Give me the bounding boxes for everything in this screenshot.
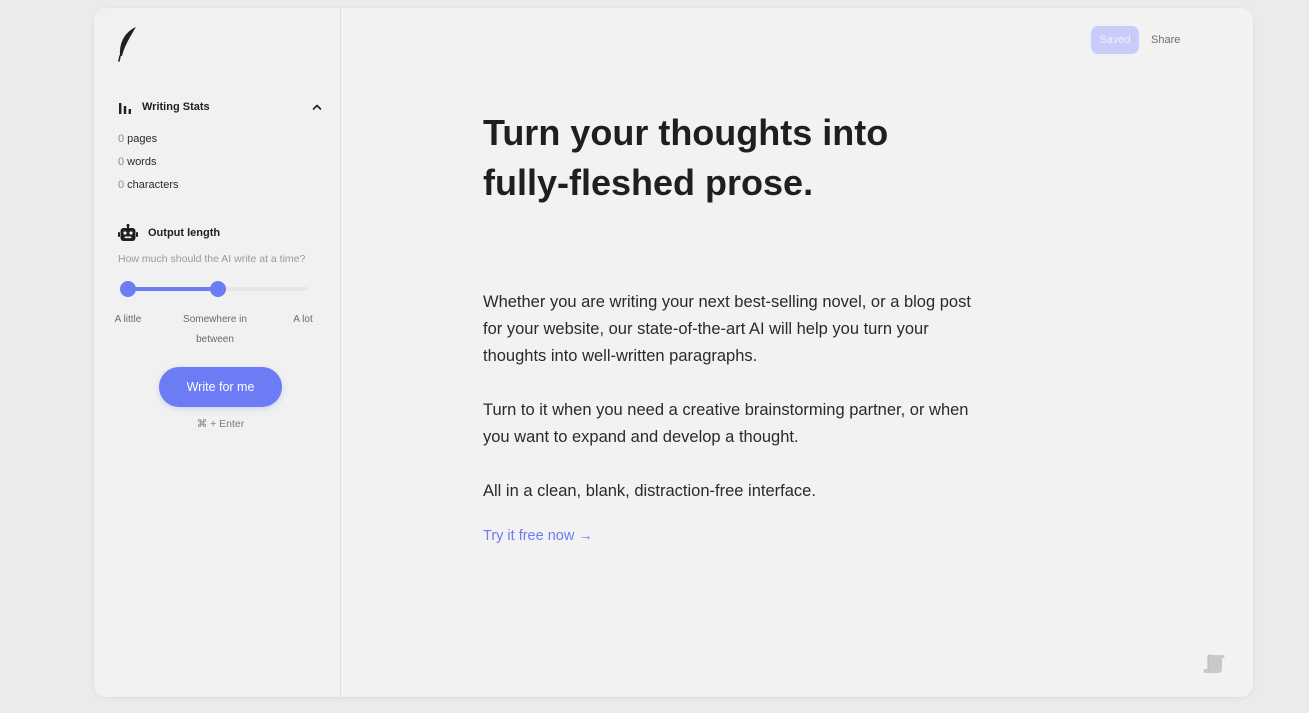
slider-min-thumb[interactable] xyxy=(120,281,136,297)
intro-paragraph: Whether you are writing your next best-s… xyxy=(483,293,971,365)
output-length-header: Output length xyxy=(118,224,220,242)
write-for-me-button[interactable]: Write for me xyxy=(159,367,282,407)
share-button[interactable]: Share xyxy=(1151,26,1180,54)
stat-characters-value: 0 xyxy=(118,179,125,191)
stat-words-label: words xyxy=(127,156,157,168)
stat-pages-label: pages xyxy=(127,133,158,145)
stat-pages-value: 0 xyxy=(118,133,125,145)
brainstorm-paragraph: Turn to it when you need a creative brai… xyxy=(483,401,969,446)
chevron-up-icon[interactable] xyxy=(312,102,322,112)
feather-logo-icon xyxy=(118,27,136,62)
saved-status-badge: Saved xyxy=(1091,26,1139,54)
stat-pages: 0 pages xyxy=(118,133,157,145)
interface-paragraph: All in a clean, blank, distraction-free … xyxy=(483,482,816,500)
stat-characters-label: characters xyxy=(127,179,179,191)
arrow-right-icon: → xyxy=(578,528,593,544)
try-free-label: Try it free now xyxy=(483,528,575,544)
try-free-link[interactable]: Try it free now → xyxy=(483,528,593,544)
output-length-title: Output length xyxy=(148,227,221,239)
keyboard-shortcut-hint: ⌘ + Enter xyxy=(196,418,245,430)
robot-icon xyxy=(118,224,138,241)
slider-label-max: A lot xyxy=(293,314,313,325)
slider-fill xyxy=(128,287,218,291)
writing-stats-header[interactable]: Writing Stats xyxy=(118,100,322,114)
main-content: Saved Share Turn your thoughts into full… xyxy=(341,8,1253,697)
output-length-hint: How much should the AI write at a time? xyxy=(118,253,306,265)
app-window: Writing Stats 0 pages 0 words 0 characters xyxy=(94,8,1253,697)
stat-words-value: 0 xyxy=(118,156,125,168)
sidebar: Writing Stats 0 pages 0 words 0 characters xyxy=(94,8,341,697)
stat-characters: 0 characters xyxy=(118,179,178,191)
slider-label-mid: Somewhere in between xyxy=(183,314,247,345)
slider-label-min: A little xyxy=(114,314,142,325)
output-length-slider[interactable] xyxy=(120,281,308,297)
scroll-icon[interactable] xyxy=(1203,654,1225,674)
page-headline: Turn your thoughts into fully-fleshed pr… xyxy=(483,112,889,203)
stat-words: 0 words xyxy=(118,156,156,168)
slider-value-thumb[interactable] xyxy=(210,281,226,297)
bar-chart-icon xyxy=(119,103,131,114)
writing-stats-title: Writing Stats xyxy=(142,101,210,113)
